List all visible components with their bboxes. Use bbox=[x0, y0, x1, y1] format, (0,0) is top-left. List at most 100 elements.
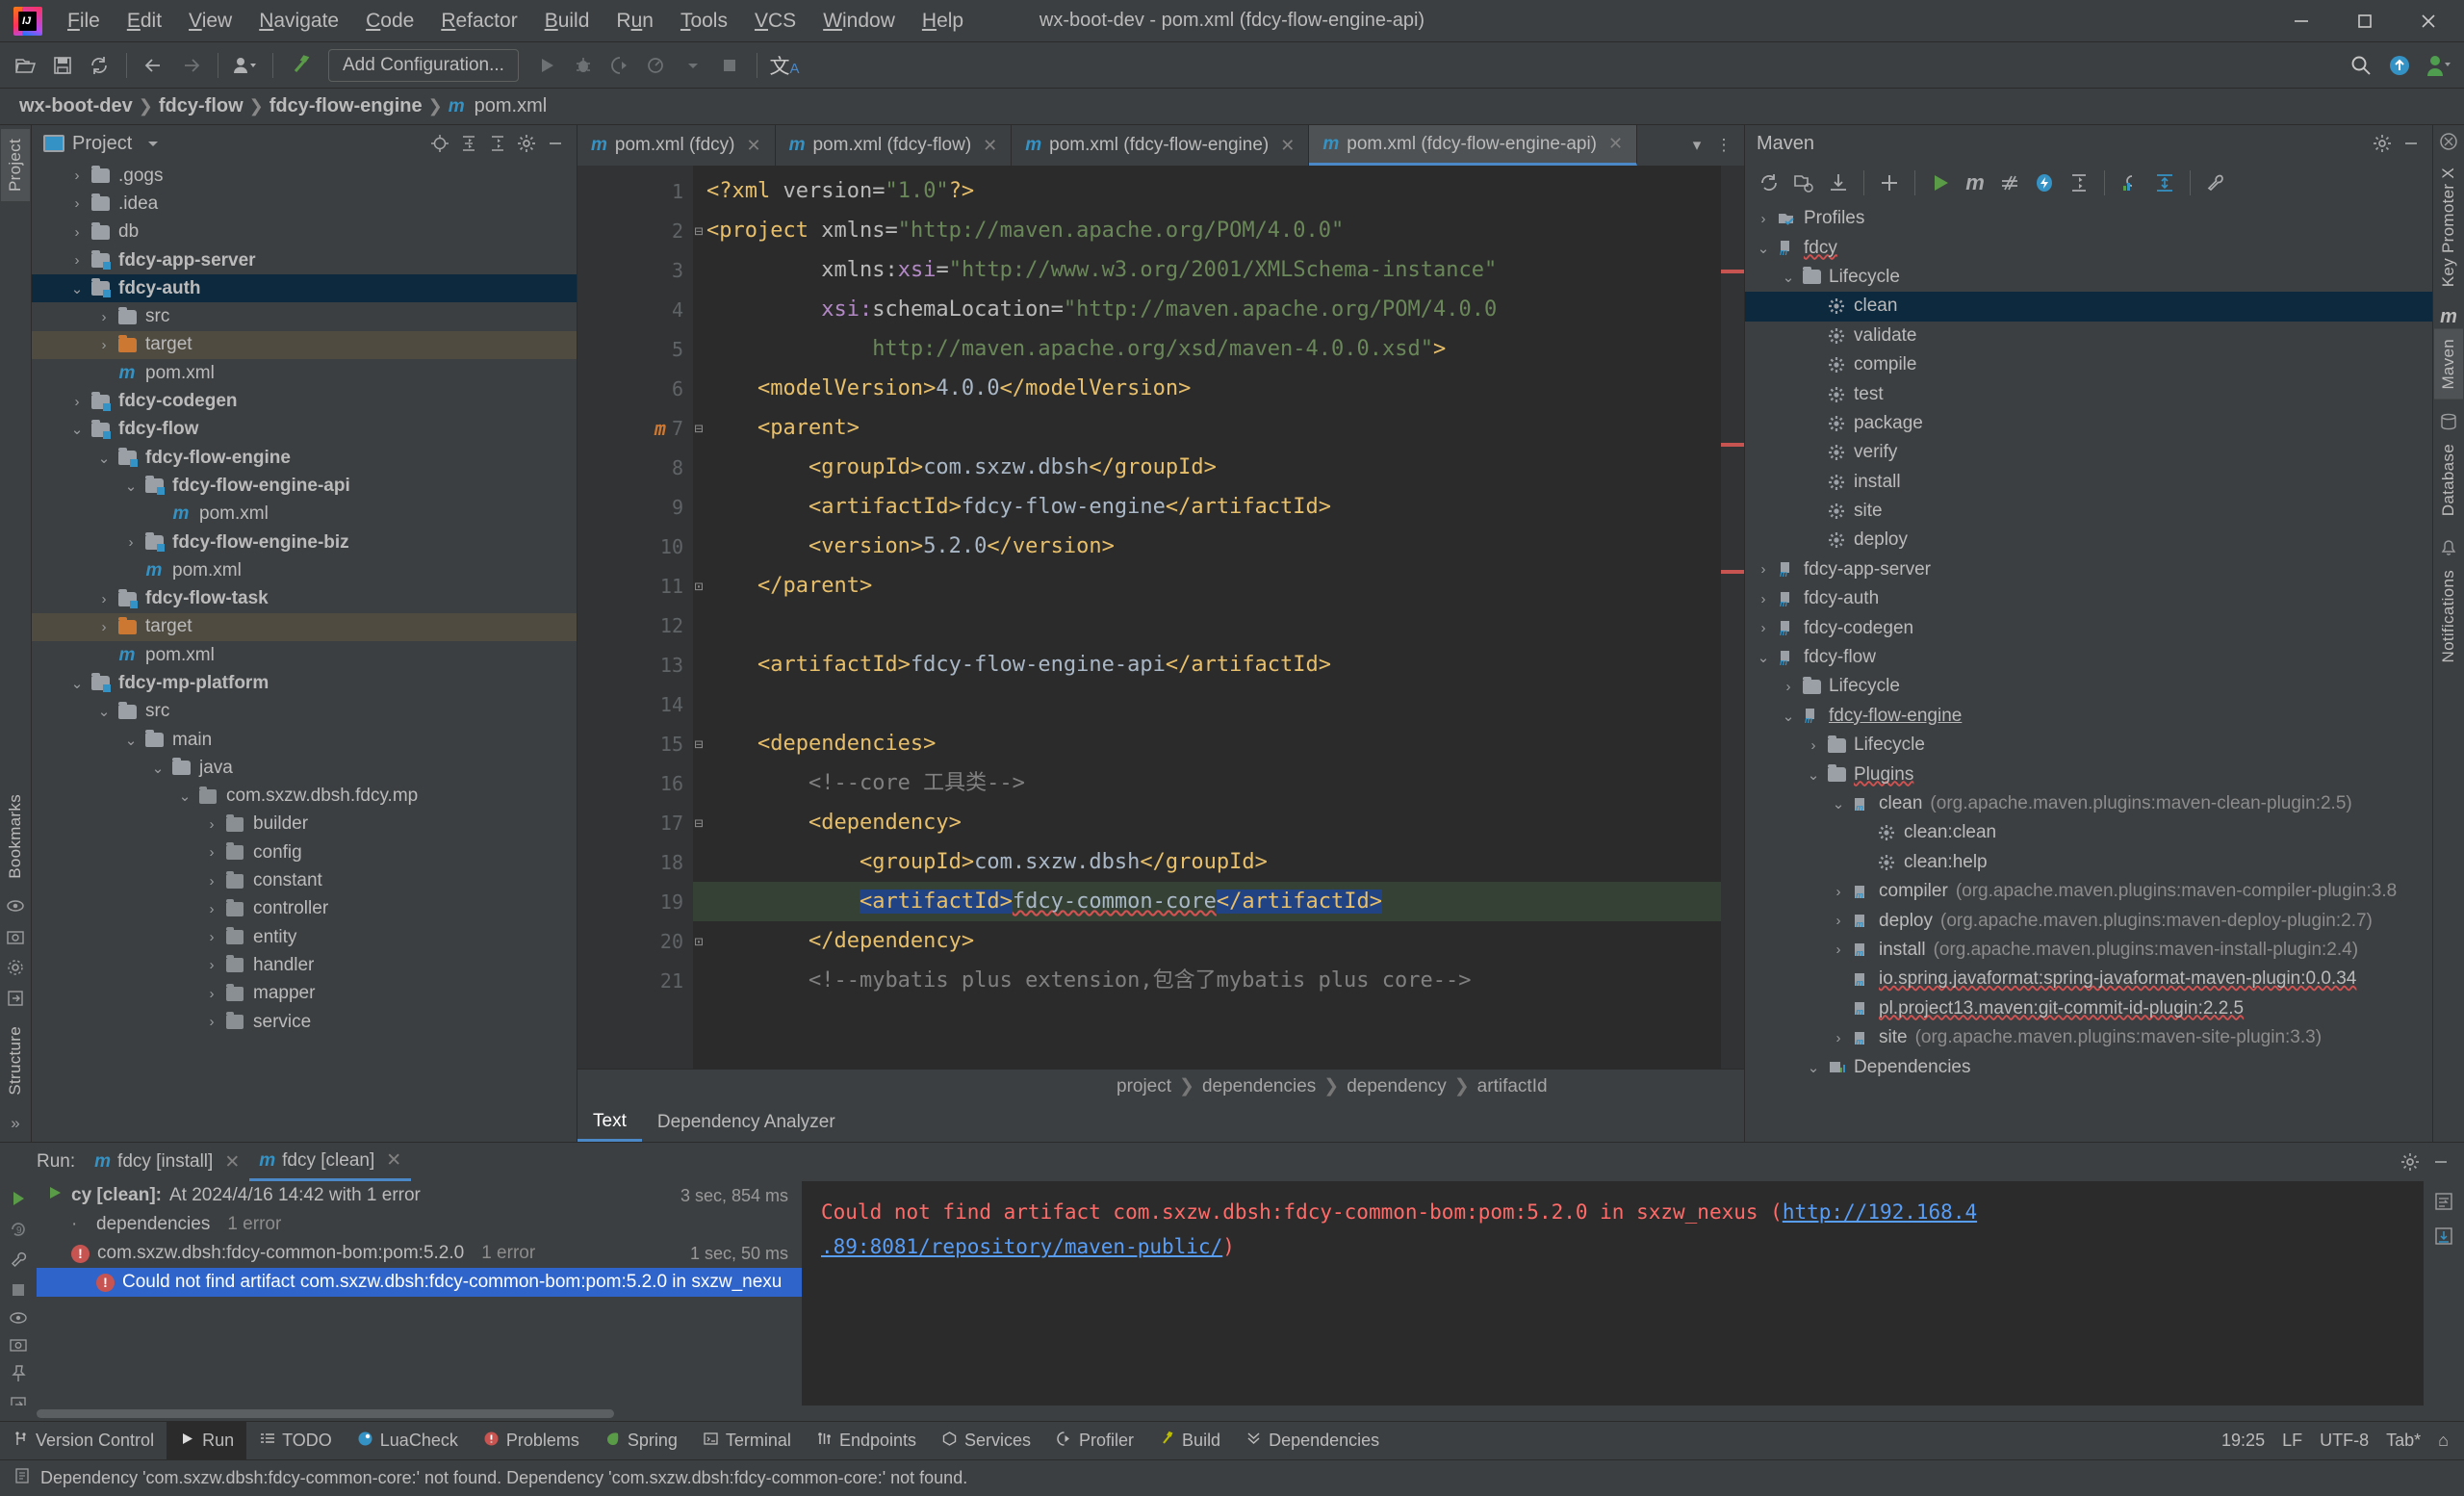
close-icon[interactable]: ✕ bbox=[983, 136, 997, 156]
maven-node-fdcy-codegen[interactable]: › m fdcy-codegen bbox=[1745, 613, 2432, 642]
status-tab-services[interactable]: Services bbox=[929, 1422, 1043, 1460]
run-result-tree[interactable]: cy [clean]: At 2024/4/16 14:42 with 1 er… bbox=[37, 1181, 802, 1406]
tab-list-icon[interactable]: ▾ bbox=[1684, 133, 1709, 158]
chevron-right-icon[interactable]: › bbox=[66, 195, 88, 212]
console-link-1[interactable]: http://192.168.4 bbox=[1783, 1200, 1977, 1224]
chevron-right-icon[interactable]: › bbox=[201, 1014, 222, 1030]
chevron-down-icon[interactable]: ⌄ bbox=[1803, 1059, 1824, 1076]
more-icon[interactable]: » bbox=[3, 1111, 28, 1136]
maven-node-clean[interactable]: ⌄ m clean (org.apache.maven.plugins:maven-c… bbox=[1745, 789, 2432, 818]
tree-node-target[interactable]: › target bbox=[32, 330, 577, 360]
chevron-right-icon[interactable]: › bbox=[201, 901, 222, 917]
locate-icon[interactable] bbox=[426, 130, 453, 157]
xml-path-item-1[interactable]: dependencies bbox=[1202, 1076, 1316, 1097]
chevron-down-icon[interactable]: ⌄ bbox=[93, 450, 115, 467]
run-icon[interactable] bbox=[530, 49, 563, 82]
menu-build[interactable]: Build bbox=[531, 4, 603, 39]
sidebar-item-key-promoter[interactable]: Key Promoter X bbox=[2434, 158, 2463, 297]
chevron-right-icon[interactable]: › bbox=[1803, 737, 1824, 754]
menu-edit[interactable]: Edit bbox=[114, 4, 175, 39]
tree-node-pom-xml[interactable]: ›mpom.xml bbox=[32, 501, 577, 529]
maven-node-fdcy-flow[interactable]: ⌄ m fdcy-flow bbox=[1745, 643, 2432, 672]
project-tree[interactable]: › .gogs › .idea › db › fdcy-app-server ⌄ fdcy-aut… bbox=[32, 162, 577, 1142]
run-console[interactable]: Could not find artifact com.sxzw.dbsh:fd… bbox=[802, 1181, 2424, 1406]
stop-icon[interactable] bbox=[6, 1281, 31, 1299]
run-icon[interactable] bbox=[1924, 167, 1957, 199]
editor-tab-3[interactable]: m pom.xml (fdcy-flow-engine-api) ✕ bbox=[1309, 125, 1638, 166]
chevron-down-icon[interactable]: ⌄ bbox=[147, 760, 168, 777]
run-tab-1[interactable]: m fdcy [clean] ✕ bbox=[249, 1143, 412, 1181]
sidebar-item-bookmarks[interactable]: Bookmarks bbox=[1, 785, 30, 889]
tree-node-java[interactable]: ⌄ java bbox=[32, 754, 577, 782]
maven-node-clean-clean[interactable]: ›clean:clean bbox=[1745, 818, 2432, 847]
chevron-right-icon[interactable]: › bbox=[1753, 591, 1774, 607]
maven-node-plugins[interactable]: ⌄ Plugins bbox=[1745, 760, 2432, 788]
status-tab-build[interactable]: Build bbox=[1146, 1422, 1233, 1460]
maven-node-pl-project13-maven-git-commit-id-plugin-2-2-5[interactable]: ›mpl.project13.maven:git-commit-id-plugi… bbox=[1745, 994, 2432, 1023]
breadcrumb-item-3[interactable]: pom.xml bbox=[475, 95, 548, 117]
camera-icon[interactable] bbox=[3, 924, 28, 949]
pin-icon[interactable] bbox=[6, 1364, 31, 1383]
maven-tree[interactable]: ›Profiles⌄mfdcy⌄Lifecycle›clean›validate… bbox=[1745, 204, 2432, 1142]
export-icon[interactable] bbox=[3, 986, 28, 1011]
maven-m-icon[interactable]: m bbox=[1959, 167, 1991, 199]
sidebar-item-project[interactable]: Project bbox=[1, 129, 30, 202]
reload-icon[interactable] bbox=[1753, 167, 1785, 199]
maven-node-test[interactable]: ›test bbox=[1745, 379, 2432, 408]
chevron-right-icon[interactable]: › bbox=[1828, 1030, 1849, 1046]
maven-node-io-spring-javaformat-spring-javaformat-maven-plugin-0-0-34[interactable]: ›mio.spring.javaformat:spring-javaformat… bbox=[1745, 965, 2432, 993]
maven-node-profiles[interactable]: › Profiles bbox=[1745, 204, 2432, 233]
sidebar-item-database[interactable]: Database bbox=[2434, 434, 2463, 526]
menu-file[interactable]: File bbox=[54, 4, 114, 39]
tree-node-com-sxzw-dbsh-fdcy-mp[interactable]: ⌄ com.sxzw.dbsh.fdcy.mp bbox=[32, 783, 577, 811]
error-stripe[interactable] bbox=[1721, 166, 1744, 1069]
chevron-right-icon[interactable]: › bbox=[1828, 941, 1849, 958]
status-tab-profiler[interactable]: Profiler bbox=[1043, 1422, 1146, 1460]
scroll-to-end-icon[interactable] bbox=[2431, 1224, 2456, 1249]
tree-node-src[interactable]: › src bbox=[32, 302, 577, 330]
tree-node-fdcy-flow-engine-biz[interactable]: › fdcy-flow-engine-biz bbox=[32, 529, 577, 556]
chevron-down-icon[interactable]: ⌄ bbox=[1753, 240, 1774, 257]
run-result-row-0[interactable]: cy [clean]: At 2024/4/16 14:42 with 1 er… bbox=[37, 1181, 802, 1210]
chevron-down-icon[interactable]: ⌄ bbox=[1753, 649, 1774, 666]
chevron-down-icon[interactable]: ⌄ bbox=[1778, 708, 1799, 725]
chevron-down-icon[interactable]: ⌄ bbox=[120, 732, 141, 749]
add-folder-icon[interactable] bbox=[1787, 167, 1820, 199]
xml-path-item-2[interactable]: dependency bbox=[1347, 1076, 1447, 1097]
chevron-down-icon[interactable]: ⌄ bbox=[1778, 269, 1799, 286]
close-button[interactable] bbox=[2397, 0, 2460, 42]
status-tab-terminal[interactable]: Terminal bbox=[690, 1422, 804, 1460]
maven-gutter-icon[interactable]: m bbox=[654, 417, 666, 440]
maven-node-deploy[interactable]: › m deploy (org.apache.maven.plugins:maven-… bbox=[1745, 906, 2432, 935]
profiler-icon[interactable] bbox=[640, 49, 673, 82]
settings-wrench-icon[interactable] bbox=[2199, 167, 2232, 199]
chevron-down-icon[interactable]: ⌄ bbox=[93, 703, 115, 720]
menu-help[interactable]: Help bbox=[909, 4, 977, 39]
chevron-down-icon[interactable] bbox=[140, 130, 167, 157]
maven-node-clean[interactable]: ›clean bbox=[1745, 292, 2432, 322]
tree-node-fdcy-codegen[interactable]: › fdcy-codegen bbox=[32, 387, 577, 415]
maven-node-fdcy-auth[interactable]: › m fdcy-auth bbox=[1745, 584, 2432, 613]
save-icon[interactable] bbox=[46, 49, 79, 82]
chevron-down-icon[interactable]: ⌄ bbox=[120, 477, 141, 495]
status-right-item-4[interactable]: ⌂ bbox=[2438, 1431, 2449, 1451]
maven-node-deploy[interactable]: ›deploy bbox=[1745, 526, 2432, 555]
settings-gear-icon[interactable] bbox=[513, 130, 540, 157]
status-tab-spring[interactable]: Spring bbox=[592, 1422, 690, 1460]
tree-node-controller[interactable]: › controller bbox=[32, 895, 577, 923]
maven-node-site[interactable]: ›site bbox=[1745, 497, 2432, 526]
back-arrow-icon[interactable] bbox=[138, 49, 170, 82]
maven-node-lifecycle[interactable]: › Lifecycle bbox=[1745, 672, 2432, 701]
breadcrumb-item-1[interactable]: fdcy-flow bbox=[159, 95, 244, 117]
console-link-2[interactable]: .89:8081/repository/maven-public/ bbox=[821, 1235, 1222, 1258]
breadcrumb-item-0[interactable]: wx-boot-dev bbox=[19, 95, 133, 117]
tree-node-pom-xml[interactable]: ›mpom.xml bbox=[32, 556, 577, 584]
hide-panel-icon[interactable] bbox=[542, 130, 569, 157]
sidebar-item-structure[interactable]: Structure bbox=[1, 1017, 30, 1105]
tree-node-fdcy-mp-platform[interactable]: ⌄ fdcy-mp-platform bbox=[32, 669, 577, 697]
collapse-all-icon[interactable] bbox=[2063, 167, 2095, 199]
tree-node-fdcy-flow-engine-api[interactable]: ⌄ fdcy-flow-engine-api bbox=[32, 472, 577, 500]
open-folder-icon[interactable] bbox=[10, 49, 42, 82]
maven-node-install[interactable]: › m install (org.apache.maven.plugins:maven… bbox=[1745, 936, 2432, 965]
status-tab-problems[interactable]: Problems bbox=[471, 1422, 592, 1460]
